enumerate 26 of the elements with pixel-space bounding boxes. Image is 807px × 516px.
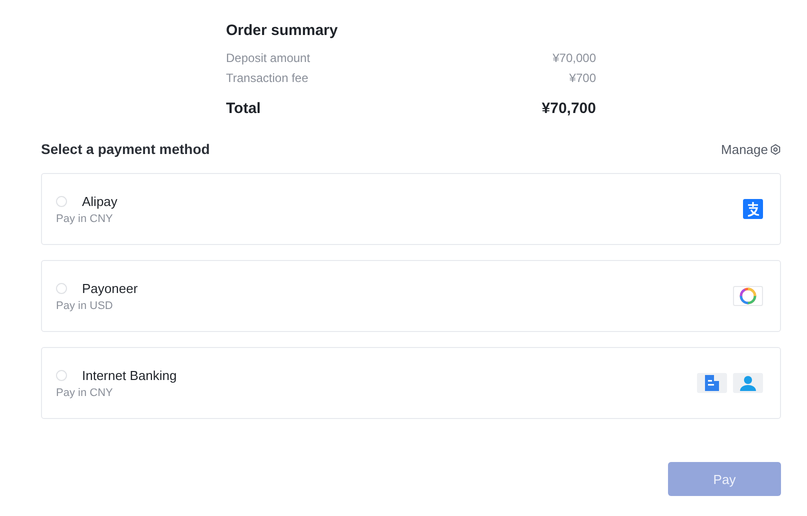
summary-title: Order summary	[226, 22, 339, 39]
line-label: Deposit amount	[226, 51, 310, 65]
ring-logo-icon	[733, 286, 763, 306]
line-amount: ¥70,000	[552, 51, 596, 65]
method-name: Internet Banking	[82, 368, 177, 382]
line-label: Transaction fee	[226, 71, 308, 85]
payment-option[interactable]: Internet Banking Pay in CNY	[41, 347, 781, 419]
manage-link[interactable]: Manage	[721, 142, 781, 156]
settings-icon	[770, 144, 781, 154]
alipay-logo-icon	[743, 199, 763, 219]
total-amount: ¥70,700	[542, 100, 596, 117]
payment-option[interactable]: Alipay Pay in CNY	[41, 173, 781, 245]
building-icon	[697, 373, 727, 393]
method-note: Pay in USD	[56, 300, 114, 312]
section-title: Select a payment method	[41, 141, 210, 157]
method-note: Pay in CNY	[56, 212, 114, 224]
method-name: Payoneer	[82, 280, 138, 296]
method-note: Pay in CNY	[56, 386, 114, 398]
total-label: Total	[226, 100, 261, 117]
line-amount: ¥700	[569, 71, 596, 85]
method-name: Alipay	[82, 194, 118, 208]
payment-option[interactable]: Payoneer Pay in USD	[41, 260, 781, 332]
radio-button[interactable]	[56, 282, 67, 294]
person-icon	[733, 373, 763, 393]
radio-button[interactable]	[56, 370, 67, 380]
radio-button[interactable]	[56, 196, 67, 206]
